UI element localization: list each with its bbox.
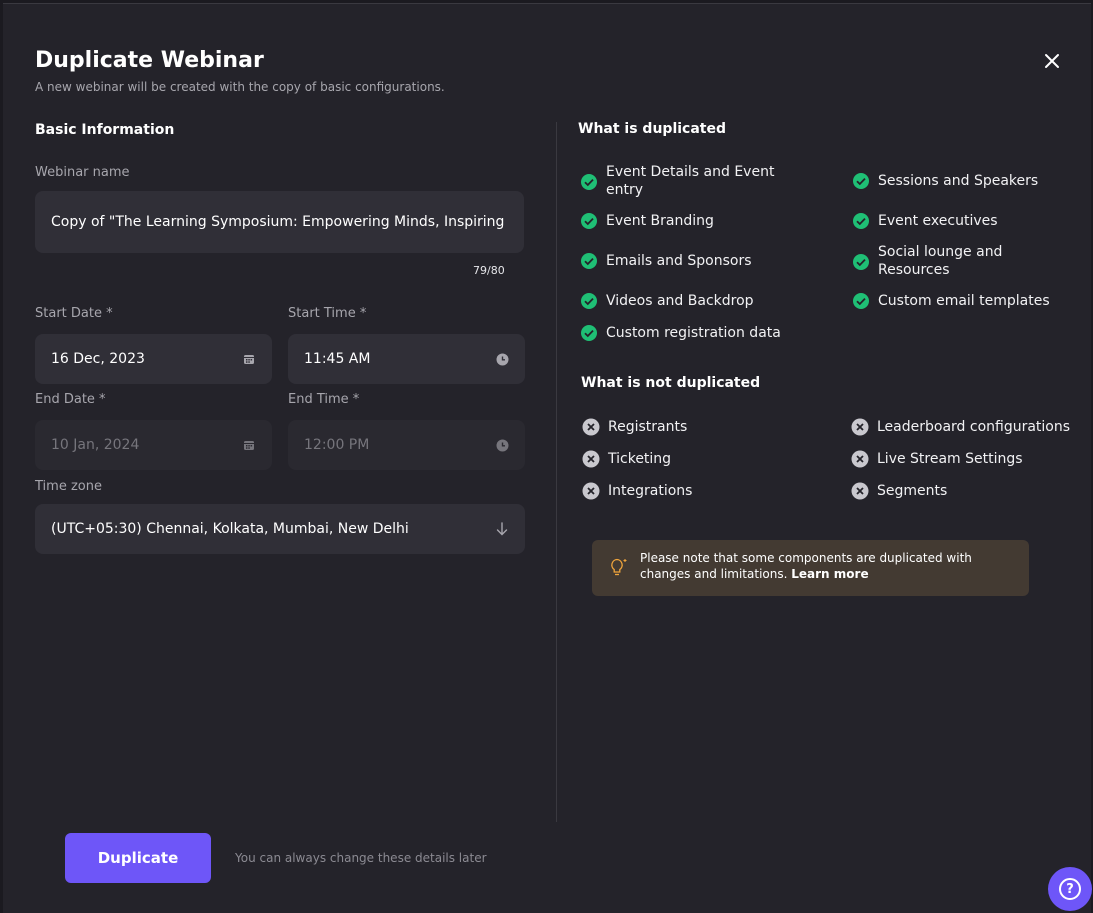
- end-date-value: 10 Jan, 2024: [51, 437, 140, 453]
- duplicated-item: Videos and Backdrop: [580, 292, 776, 310]
- modal-subtitle: A new webinar will be created with the c…: [35, 80, 445, 94]
- duplicated-item: Sessions and Speakers: [852, 172, 1078, 190]
- not-duplicated-item-label: Ticketing: [608, 451, 672, 467]
- duplicated-item: Emails and Sponsors: [580, 252, 776, 270]
- not-duplicated-item: Integrations: [582, 482, 778, 500]
- timezone-value: (UTC+05:30) Chennai, Kolkata, Mumbai, Ne…: [51, 521, 409, 537]
- not-duplicated-item-label: Segments: [877, 483, 948, 499]
- duplicate-webinar-modal: Duplicate Webinar A new webinar will be …: [3, 3, 1091, 913]
- close-icon: [1045, 54, 1059, 68]
- check-circle-icon: [853, 213, 869, 229]
- start-date-label: Start Date *: [35, 306, 113, 321]
- clock-icon: [495, 438, 509, 452]
- duplicated-item: Social lounge and Resources: [852, 243, 1028, 279]
- check-circle-icon: [853, 173, 869, 189]
- lightbulb-icon: [611, 558, 627, 576]
- duplicated-heading: What is duplicated: [578, 121, 726, 137]
- duplicated-item: Custom email templates: [852, 292, 1078, 310]
- basic-info-heading: Basic Information: [35, 122, 175, 138]
- check-circle-icon: [581, 174, 597, 190]
- check-circle-icon: [853, 254, 869, 270]
- timezone-label: Time zone: [35, 479, 102, 494]
- duplicated-item-label: Event executives: [878, 213, 998, 229]
- duplicated-item: Event Details and Event entry: [580, 163, 776, 199]
- calendar-icon: [242, 352, 256, 366]
- end-date-label: End Date *: [35, 392, 106, 407]
- duplicated-item: Event executives: [852, 212, 1078, 230]
- webinar-name-input[interactable]: Copy of "The Learning Symposium: Empower…: [35, 191, 524, 253]
- duplicated-item-label: Event Branding: [606, 213, 714, 229]
- start-time-input[interactable]: 11:45 AM: [288, 334, 525, 384]
- note-text-wrap: Please note that some components are dup…: [640, 550, 1017, 582]
- modal-title: Duplicate Webinar: [35, 48, 264, 73]
- x-circle-icon: [582, 450, 600, 468]
- check-circle-icon: [581, 325, 597, 341]
- x-circle-icon: [582, 482, 600, 500]
- check-circle-icon: [581, 213, 597, 229]
- x-circle-icon: [582, 418, 600, 436]
- not-duplicated-item: Registrants: [582, 418, 778, 436]
- end-time-label: End Time *: [288, 392, 360, 407]
- check-circle-icon: [581, 253, 597, 269]
- start-time-value: 11:45 AM: [304, 351, 371, 367]
- webinar-name-value: Copy of "The Learning Symposium: Empower…: [51, 214, 508, 230]
- not-duplicated-item: Ticketing: [582, 450, 778, 468]
- duplicated-item-label: Sessions and Speakers: [878, 173, 1039, 189]
- not-duplicated-item-label: Live Stream Settings: [877, 451, 1023, 467]
- not-duplicated-heading: What is not duplicated: [581, 375, 761, 391]
- calendar-icon: [242, 438, 256, 452]
- x-circle-icon: [851, 482, 869, 500]
- duplicated-item-label: Event Details and Event entry: [606, 164, 775, 198]
- helper-text: You can always change these details late…: [235, 851, 487, 865]
- start-time-label: Start Time *: [288, 306, 367, 321]
- arrow-down-icon: [495, 522, 509, 536]
- check-circle-icon: [581, 293, 597, 309]
- start-date-value: 16 Dec, 2023: [51, 351, 145, 367]
- webinar-name-label: Webinar name: [35, 165, 130, 180]
- help-icon: ?: [1059, 878, 1081, 900]
- x-circle-icon: [851, 418, 869, 436]
- duplicated-item-label: Custom email templates: [878, 293, 1050, 309]
- end-time-value: 12:00 PM: [304, 437, 370, 453]
- close-button[interactable]: [1041, 50, 1063, 72]
- duplicated-item: Custom registration data: [580, 324, 806, 342]
- duplicated-item: Event Branding: [580, 212, 776, 230]
- x-circle-icon: [851, 450, 869, 468]
- timezone-select[interactable]: (UTC+05:30) Chennai, Kolkata, Mumbai, Ne…: [35, 504, 525, 554]
- not-duplicated-item: Leaderboard configurations: [851, 418, 1077, 436]
- duplicate-button[interactable]: Duplicate: [65, 833, 211, 883]
- duplicated-item-label: Custom registration data: [606, 325, 781, 341]
- column-divider: [556, 122, 557, 822]
- help-button[interactable]: ?: [1048, 867, 1092, 911]
- clock-icon: [495, 352, 509, 366]
- not-duplicated-item-label: Integrations: [608, 483, 693, 499]
- limitations-note: Please note that some components are dup…: [592, 540, 1029, 596]
- duplicated-item-label: Videos and Backdrop: [606, 293, 754, 309]
- not-duplicated-item: Live Stream Settings: [851, 450, 1077, 468]
- start-date-input[interactable]: 16 Dec, 2023: [35, 334, 272, 384]
- learn-more-link[interactable]: Learn more: [791, 567, 868, 581]
- end-time-input[interactable]: 12:00 PM: [288, 420, 525, 470]
- not-duplicated-item: Segments: [851, 482, 1077, 500]
- duplicated-item-label: Social lounge and Resources: [878, 244, 1003, 278]
- check-circle-icon: [853, 293, 869, 309]
- duplicated-item-label: Emails and Sponsors: [606, 253, 752, 269]
- not-duplicated-item-label: Leaderboard configurations: [877, 419, 1071, 435]
- char-counter: 79/80: [473, 264, 505, 277]
- not-duplicated-item-label: Registrants: [608, 419, 688, 435]
- end-date-input[interactable]: 10 Jan, 2024: [35, 420, 272, 470]
